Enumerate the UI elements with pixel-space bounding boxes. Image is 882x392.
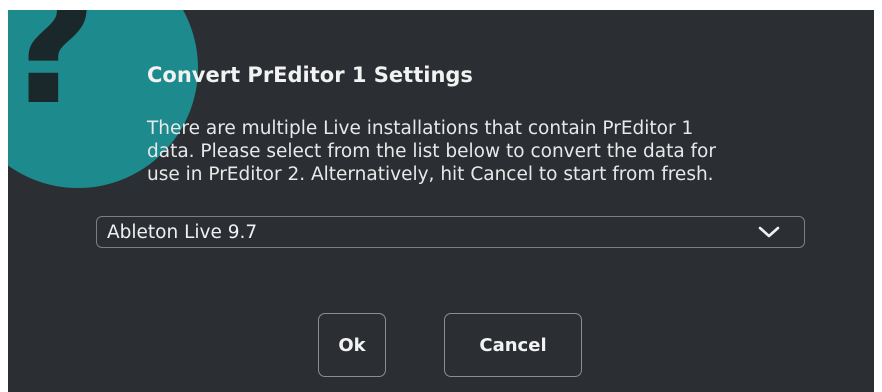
- live-installation-select[interactable]: Ableton Live 9.7: [96, 216, 805, 248]
- cancel-button[interactable]: Cancel: [444, 313, 582, 377]
- question-mark-glyph: ?: [8, 10, 98, 142]
- message-line: There are multiple Live installations th…: [147, 118, 694, 139]
- convert-settings-dialog: ? Convert PrEditor 1 Settings There are …: [8, 10, 874, 392]
- dialog-title: Convert PrEditor 1 Settings: [147, 63, 473, 87]
- message-line: use in PrEditor 2. Alternatively, hit Ca…: [147, 164, 714, 185]
- dialog-message: There are multiple Live installations th…: [147, 117, 847, 186]
- selected-installation: Ableton Live 9.7: [107, 222, 258, 243]
- ok-button[interactable]: Ok: [318, 313, 386, 377]
- chevron-down-icon: [758, 226, 780, 238]
- message-line: data. Please select from the list below …: [147, 141, 716, 162]
